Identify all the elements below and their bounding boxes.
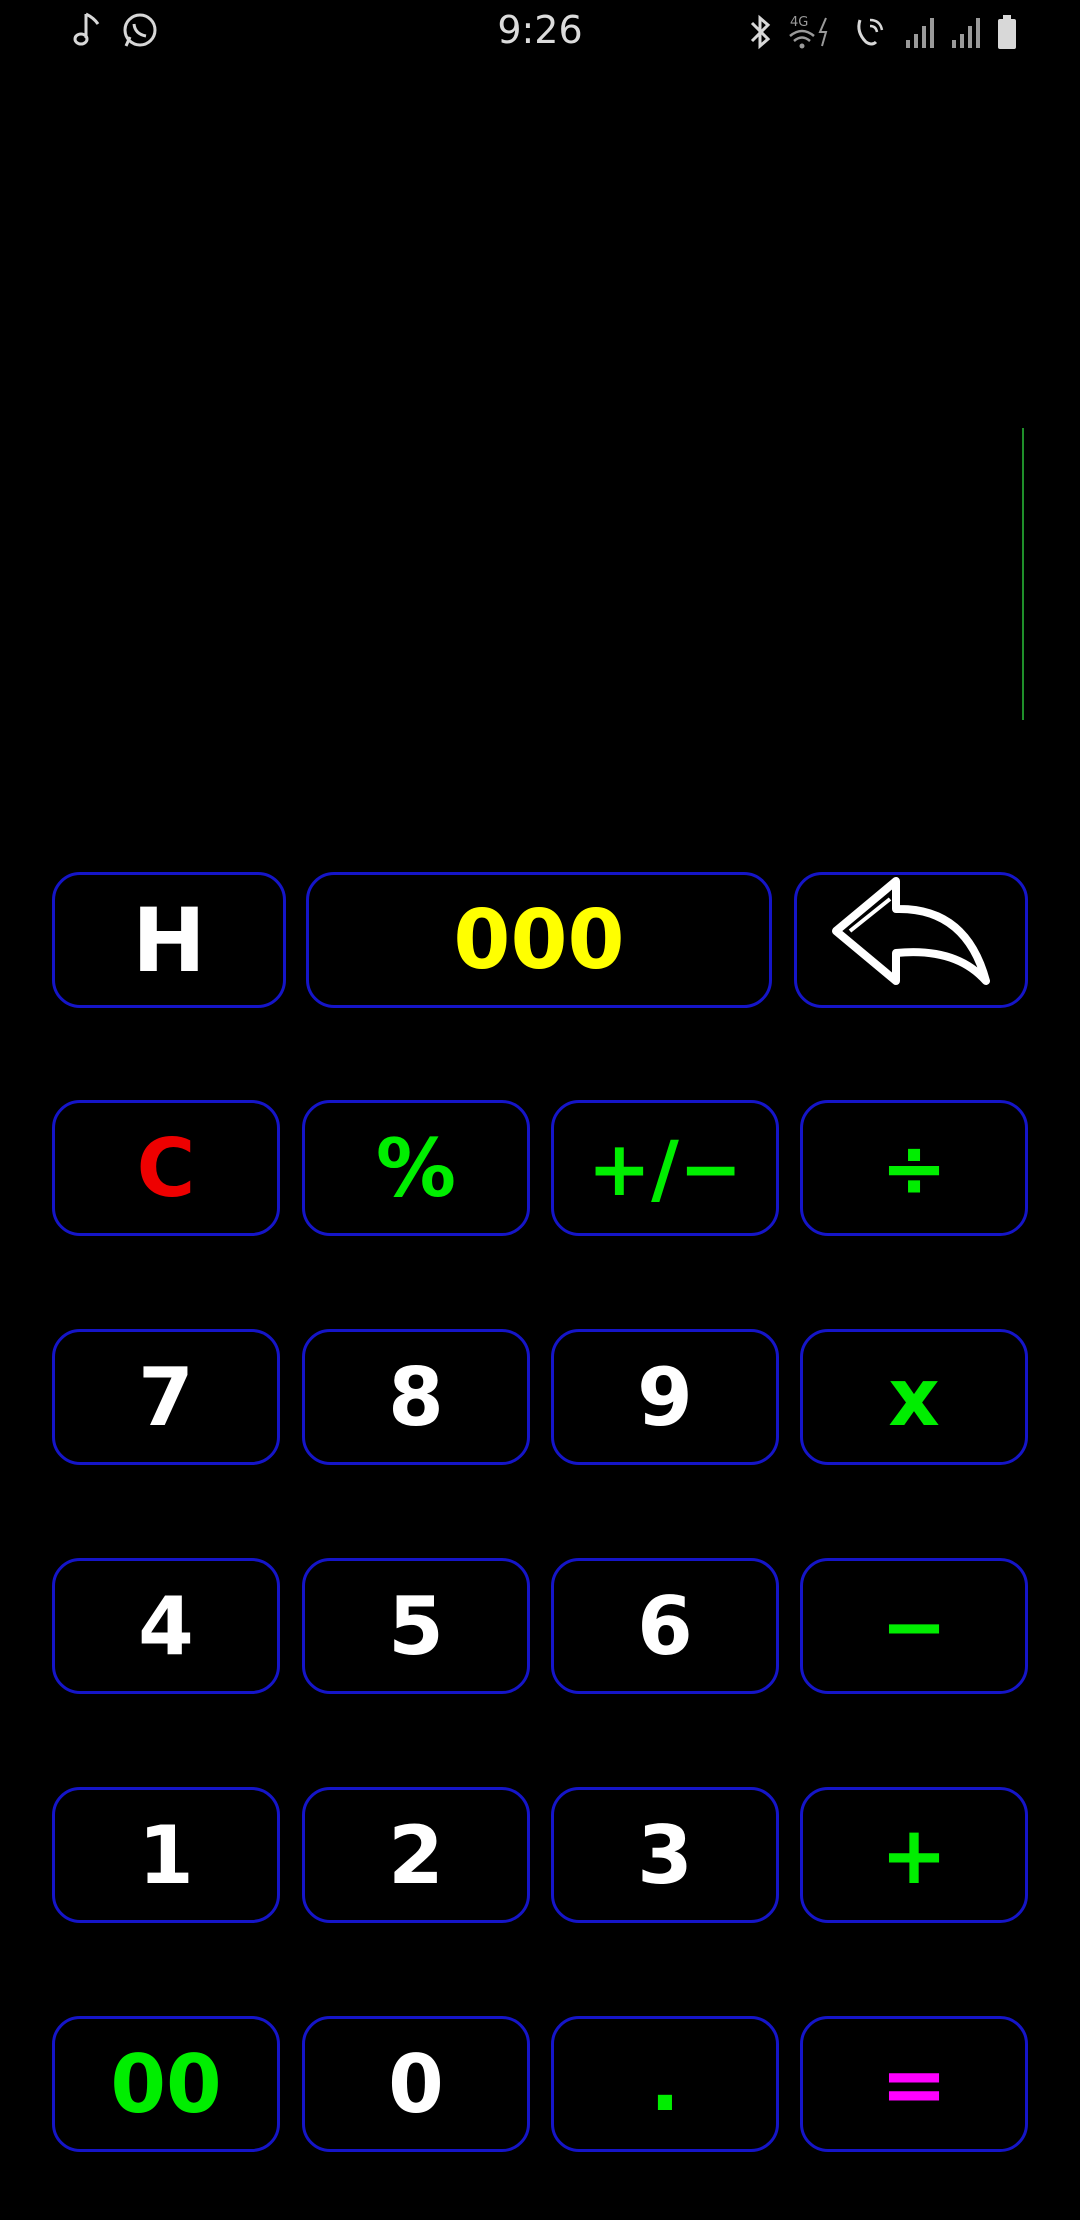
plus-minus-button[interactable]: +/− — [551, 1100, 779, 1236]
digit-4-button[interactable]: 4 — [52, 1558, 280, 1694]
digit-0-button[interactable]: 0 — [302, 2016, 530, 2152]
wifi-calling-icon — [852, 12, 892, 56]
calculator-screen: 9:26 4G H 000 C % +/− ÷ 7 8 9 x 4 5 6 − … — [0, 0, 1080, 2220]
percent-button[interactable]: % — [302, 1100, 530, 1236]
signal-icon — [904, 14, 938, 54]
digit-6-button[interactable]: 6 — [551, 1558, 779, 1694]
digit-9-button[interactable]: 9 — [551, 1329, 779, 1465]
digit-8-button[interactable]: 8 — [302, 1329, 530, 1465]
divide-button[interactable]: ÷ — [800, 1100, 1028, 1236]
calculator-display — [0, 64, 1080, 864]
bluetooth-icon — [746, 13, 774, 55]
minus-button[interactable]: − — [800, 1558, 1028, 1694]
signal-icon — [950, 14, 984, 54]
decimal-button[interactable]: . — [551, 2016, 779, 2152]
status-right-icons: 4G — [746, 12, 1018, 56]
status-bar: 9:26 4G — [0, 0, 1080, 64]
digit-3-button[interactable]: 3 — [551, 1787, 779, 1923]
equals-button[interactable]: = — [800, 2016, 1028, 2152]
history-button[interactable]: H — [52, 872, 286, 1008]
4g-wifi-icon: 4G — [786, 12, 840, 56]
svg-text:4G: 4G — [790, 15, 808, 30]
triple-zero-button[interactable]: 000 — [306, 872, 772, 1008]
digit-5-button[interactable]: 5 — [302, 1558, 530, 1694]
plus-button[interactable]: + — [800, 1787, 1028, 1923]
text-cursor — [1022, 428, 1024, 720]
digit-1-button[interactable]: 1 — [52, 1787, 280, 1923]
double-zero-button[interactable]: 00 — [52, 2016, 280, 2152]
battery-icon — [996, 13, 1018, 55]
digit-2-button[interactable]: 2 — [302, 1787, 530, 1923]
undo-arrow-icon — [826, 871, 996, 1010]
backspace-button[interactable] — [794, 872, 1028, 1008]
digit-7-button[interactable]: 7 — [52, 1329, 280, 1465]
clear-button[interactable]: C — [52, 1100, 280, 1236]
multiply-button[interactable]: x — [800, 1329, 1028, 1465]
